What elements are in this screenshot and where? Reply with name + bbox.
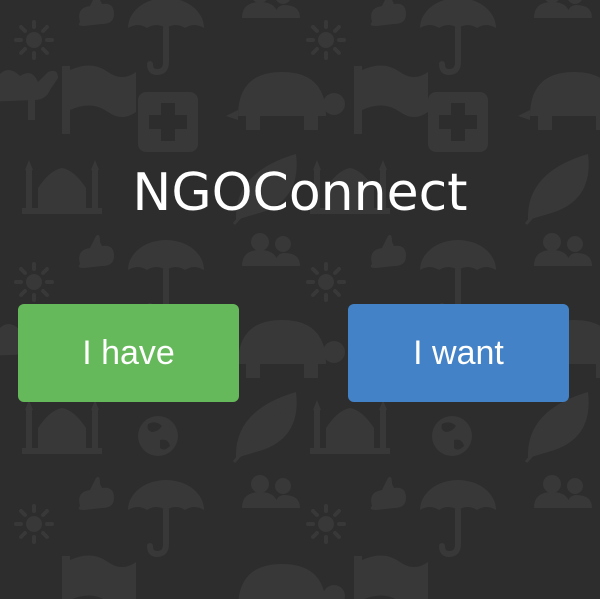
background-pattern <box>0 0 600 599</box>
i-want-button[interactable]: I want <box>348 304 569 402</box>
i-have-button[interactable]: I have <box>18 304 239 402</box>
app-title: NGOConnect <box>132 163 468 223</box>
app-screen: NGOConnect I have I want <box>0 0 600 599</box>
